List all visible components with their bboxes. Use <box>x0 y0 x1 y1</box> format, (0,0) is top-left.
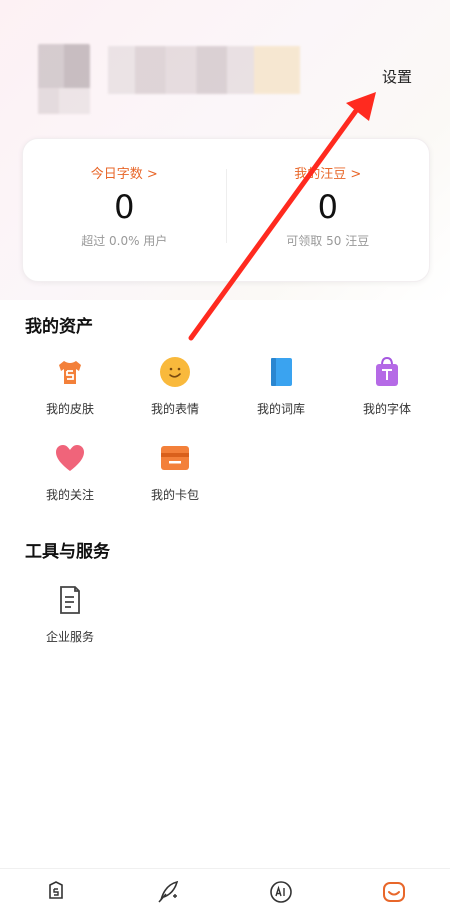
stats-card: 今日字数 > 0 超过 0.0% 用户 我的汪豆 > 0 可领取 50 汪豆 <box>22 138 430 282</box>
asset-item-dictionary[interactable]: 我的词库 <box>236 356 326 417</box>
card-icon <box>159 442 191 474</box>
asset-item-emoji[interactable]: 我的表情 <box>130 356 220 417</box>
asset-item-label: 我的词库 <box>256 402 305 416</box>
beans-value: 0 <box>317 188 338 226</box>
daily-words-stat[interactable]: 今日字数 > 0 超过 0.0% 用户 <box>23 139 226 281</box>
smiley-icon <box>159 356 191 388</box>
asset-item-label: 我的字体 <box>362 402 411 416</box>
bottom-nav <box>0 868 450 916</box>
settings-button[interactable]: 设置 <box>382 66 412 87</box>
assets-section-title: 我的资产 <box>25 317 93 337</box>
daily-words-title[interactable]: 今日字数 > <box>91 163 158 182</box>
beans-sub: 可领取 50 汪豆 <box>286 234 370 248</box>
username-blurred <box>108 46 300 94</box>
shirt-icon <box>54 356 86 388</box>
daily-words-sub: 超过 0.0% 用户 <box>81 234 168 248</box>
asset-item-cards[interactable]: 我的卡包 <box>130 442 220 503</box>
tool-item-enterprise[interactable]: 企业服务 <box>25 584 115 645</box>
heart-icon <box>54 442 86 474</box>
quill-icon <box>156 879 182 909</box>
shop-icon <box>44 879 68 907</box>
profile-header: 设置 <box>0 0 450 130</box>
avatar[interactable] <box>38 44 90 114</box>
asset-item-label: 我的表情 <box>150 402 199 416</box>
nav-item-shop[interactable] <box>0 869 113 916</box>
asset-item-follow[interactable]: 我的关注 <box>25 442 115 503</box>
beans-stat[interactable]: 我的汪豆 > 0 可领取 50 汪豆 <box>227 139 430 281</box>
asset-item-label: 我的卡包 <box>150 488 199 502</box>
ai-icon <box>268 879 294 909</box>
tool-item-label: 企业服务 <box>45 630 94 644</box>
beans-title[interactable]: 我的汪豆 > <box>294 163 361 182</box>
asset-item-label: 我的皮肤 <box>45 402 94 416</box>
nav-item-profile[interactable] <box>338 869 450 916</box>
bag-icon <box>371 356 403 388</box>
book-icon <box>265 356 297 388</box>
asset-item-font[interactable]: 我的字体 <box>342 356 432 417</box>
asset-item-label: 我的关注 <box>45 488 94 502</box>
nav-item-create[interactable] <box>113 869 226 916</box>
document-icon <box>54 584 86 616</box>
asset-item-skin[interactable]: 我的皮肤 <box>25 356 115 417</box>
daily-words-value: 0 <box>114 188 135 226</box>
tools-section-title: 工具与服务 <box>25 542 110 562</box>
profile-icon <box>381 879 407 909</box>
nav-item-ai[interactable] <box>225 869 338 916</box>
